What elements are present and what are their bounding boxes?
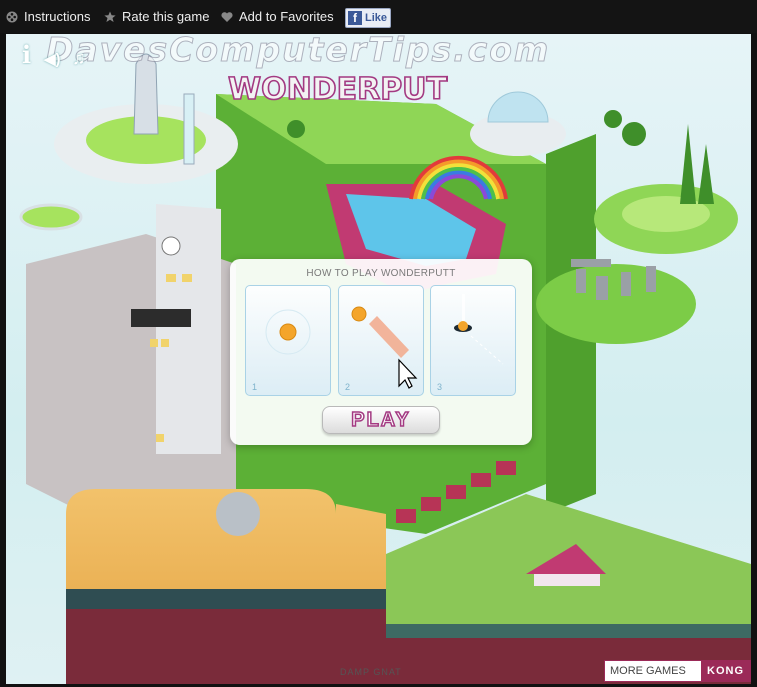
more-games-label: MORE GAMES ON (610, 665, 686, 677)
more-games-button[interactable]: MORE GAMES ON KONG (604, 660, 751, 682)
cursor-icon (398, 358, 418, 389)
favorites-label: Add to Favorites (239, 9, 334, 24)
add-favorites-link[interactable]: Add to Favorites (221, 9, 334, 24)
rate-label: Rate this game (122, 9, 210, 24)
grass-stratum (386, 624, 751, 638)
developer-credit: DAMP GNAT (340, 667, 402, 677)
circus-tent-base (534, 574, 600, 586)
sound-icon[interactable]: ◀) (44, 50, 61, 68)
stonehenge-island (536, 264, 696, 344)
dialog-title: HOW TO PLAY WONDERPUTT (306, 268, 456, 279)
like-label: Like (365, 12, 388, 24)
instruction-card-2: 2 (338, 285, 424, 396)
step-number: 1 (252, 382, 258, 392)
yellow-stratum (66, 589, 386, 609)
step-number: 3 (437, 382, 443, 392)
drag-ball-icon (351, 306, 418, 389)
clock (161, 236, 181, 256)
instructions-label: Instructions (24, 9, 91, 24)
small-floating-green (19, 203, 83, 231)
kong-label: KONG (701, 661, 750, 681)
game-canvas[interactable]: DavesComputerTips.com WONDERPUTT i ◀) ♫ … (6, 34, 751, 684)
observatory (216, 492, 260, 536)
yellow-base-red (66, 609, 386, 684)
wonderputt-logo: WONDERPUTT (228, 71, 448, 108)
hole-icon (454, 294, 504, 365)
instructions-link[interactable]: Instructions (6, 9, 90, 24)
facebook-icon: f (348, 11, 362, 25)
info-icon[interactable]: i (22, 40, 31, 69)
game-toolbar: Instructions Rate this game Add to Favor… (0, 0, 757, 33)
play-button[interactable]: PLAY (322, 406, 440, 434)
how-to-play-dialog: HOW TO PLAY WONDERPUTT 1 2 3 PLAY (230, 259, 532, 445)
dark-roof (131, 309, 191, 327)
film-reel-icon (6, 11, 18, 22)
rate-game-link[interactable]: Rate this game (104, 9, 209, 24)
music-icon[interactable]: ♫ (72, 48, 86, 69)
spiral-green (622, 196, 710, 232)
instruction-card-3: 3 (430, 285, 516, 396)
facebook-like-button[interactable]: f Like (345, 8, 391, 28)
tube (183, 93, 195, 165)
glass-dome (487, 91, 549, 123)
instruction-card-1: 1 (245, 285, 331, 396)
ball-icon (265, 309, 311, 355)
logo-text: WONDERPUTT (228, 72, 448, 107)
star-icon (104, 11, 116, 22)
heart-icon (221, 11, 233, 22)
step-number: 2 (345, 382, 351, 392)
